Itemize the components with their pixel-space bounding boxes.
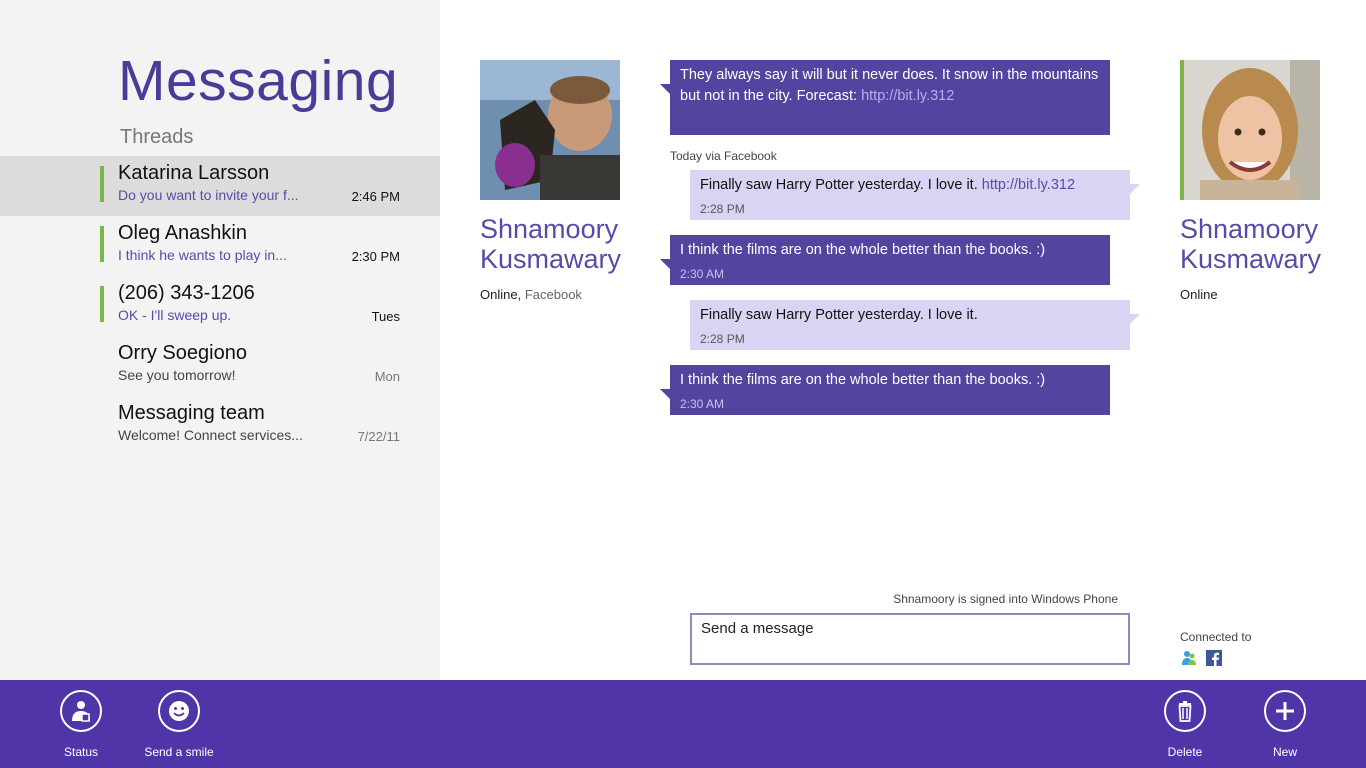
thread-preview: See you tomorrow!	[118, 367, 236, 383]
thread-name: Messaging team	[118, 402, 265, 424]
thread-time: 7/22/11	[357, 429, 400, 444]
contact-card-right: Shnamoory Kusmawary Online	[1180, 60, 1330, 302]
thread-name: Oleg Anashkin	[118, 222, 247, 244]
message-input[interactable]	[690, 613, 1130, 665]
contact-card-left: Shnamoory Kusmawary Online, Facebook	[480, 60, 630, 302]
presence-indicator	[100, 226, 104, 262]
send-smile-button[interactable]: Send a smile	[134, 690, 224, 759]
contact-avatar[interactable]	[1180, 60, 1320, 200]
send-smile-label: Send a smile	[144, 745, 214, 759]
message-bubble-outgoing[interactable]: Finally saw Harry Potter yesterday. I lo…	[690, 300, 1140, 350]
presence-indicator	[100, 286, 104, 322]
thread-name: Katarina Larsson	[118, 162, 270, 184]
trash-icon	[1164, 690, 1206, 732]
contact-first-name: Shnamoory	[1180, 214, 1319, 244]
message-bubble-outgoing[interactable]: Finally saw Harry Potter yesterday. I lo…	[690, 170, 1140, 220]
thread-item[interactable]: (206) 343-1206 OK - I'll sweep up. Tues	[0, 276, 440, 336]
new-label: New	[1272, 745, 1297, 759]
thread-preview: I think he wants to play in...	[118, 247, 287, 263]
thread-name: (206) 343-1206	[118, 282, 255, 304]
app-title: Messaging	[118, 49, 399, 113]
contact-name: Shnamoory Kusmawary	[1180, 214, 1330, 274]
message-time: 2:28 PM	[700, 202, 745, 216]
new-button[interactable]: New	[1240, 690, 1330, 759]
smile-icon	[158, 690, 200, 732]
contact-first-name: Shnamoory	[480, 214, 619, 244]
delete-button[interactable]: Delete	[1140, 690, 1230, 759]
connected-services	[1181, 650, 1222, 666]
thread-item[interactable]: Messaging team Welcome! Connect services…	[0, 396, 440, 456]
contact-avatar[interactable]	[480, 60, 620, 200]
message-text: They always say it will but it never doe…	[680, 65, 1100, 107]
thread-preview: Do you want to invite your f...	[118, 187, 299, 203]
thread-name: Orry Soegiono	[118, 342, 247, 364]
message-bubble-incoming[interactable]: I think the films are on the whole bette…	[660, 365, 1110, 415]
messenger-icon	[1181, 650, 1197, 666]
bubble-tail	[660, 389, 670, 399]
message-text: I think the films are on the whole bette…	[680, 372, 1046, 388]
message-bubble-incoming[interactable]: I think the films are on the whole bette…	[660, 235, 1110, 285]
thread-preview: Welcome! Connect services...	[118, 427, 303, 443]
bubble-tail	[1130, 184, 1140, 194]
day-label: Today via Facebook	[670, 149, 777, 163]
status-button[interactable]: Status	[36, 690, 126, 759]
message-body: Finally saw Harry Potter yesterday. I lo…	[700, 177, 978, 193]
bubble-tail	[1130, 314, 1140, 324]
plus-icon	[1264, 690, 1306, 732]
message-text: Finally saw Harry Potter yesterday. I lo…	[700, 307, 978, 323]
contact-last-name: Kusmawary	[480, 244, 622, 274]
message-text: Finally saw Harry Potter yesterday. I lo…	[700, 175, 1120, 196]
contact-status: Online, Facebook	[480, 287, 630, 302]
thread-time: 2:30 PM	[351, 249, 400, 264]
signed-in-note: Shnamoory is signed into Windows Phone	[893, 592, 1118, 606]
facebook-icon	[1206, 650, 1222, 666]
thread-time: Tues	[371, 309, 400, 324]
status-label: Status	[63, 745, 99, 759]
thread-preview: OK - I'll sweep up.	[118, 307, 232, 323]
message-time: 2:30 AM	[680, 267, 725, 281]
thread-time: Mon	[374, 369, 400, 384]
message-time: 2:28 PM	[700, 332, 745, 346]
bubble-tail	[660, 259, 670, 269]
presence-indicator	[100, 166, 104, 202]
threads-pane: Messaging Threads Katarina Larsson Do yo…	[0, 0, 440, 680]
presence-text: Online,	[480, 287, 522, 302]
delete-label: Delete	[1167, 745, 1203, 759]
message-text: I think the films are on the whole bette…	[680, 242, 1046, 258]
connected-to-label: Connected to	[1180, 630, 1252, 644]
thread-item[interactable]: Oleg Anashkin I think he wants to play i…	[0, 216, 440, 276]
message-link[interactable]: http://bit.ly.312	[982, 177, 1075, 193]
message-link[interactable]: http://bit.ly.312	[861, 88, 954, 104]
service-name: Facebook	[524, 287, 582, 302]
message-time: 2:30 AM	[680, 397, 725, 411]
thread-list: Katarina Larsson Do you want to invite y…	[0, 156, 440, 456]
thread-item[interactable]: Orry Soegiono See you tomorrow! Mon	[0, 336, 440, 396]
thread-item[interactable]: Katarina Larsson Do you want to invite y…	[0, 156, 440, 216]
message-bubble-incoming[interactable]: They always say it will but it never doe…	[660, 60, 1110, 135]
contact-last-name: Kusmawary	[1180, 244, 1322, 274]
app-bar: Status Send a smile Delete New	[0, 680, 1366, 768]
threads-heading: Threads	[120, 126, 194, 148]
thread-time: 2:46 PM	[351, 189, 400, 204]
status-icon	[60, 690, 102, 732]
bubble-tail	[660, 84, 670, 94]
contact-status: Online	[1180, 287, 1218, 302]
contact-name: Shnamoory Kusmawary	[480, 214, 630, 274]
